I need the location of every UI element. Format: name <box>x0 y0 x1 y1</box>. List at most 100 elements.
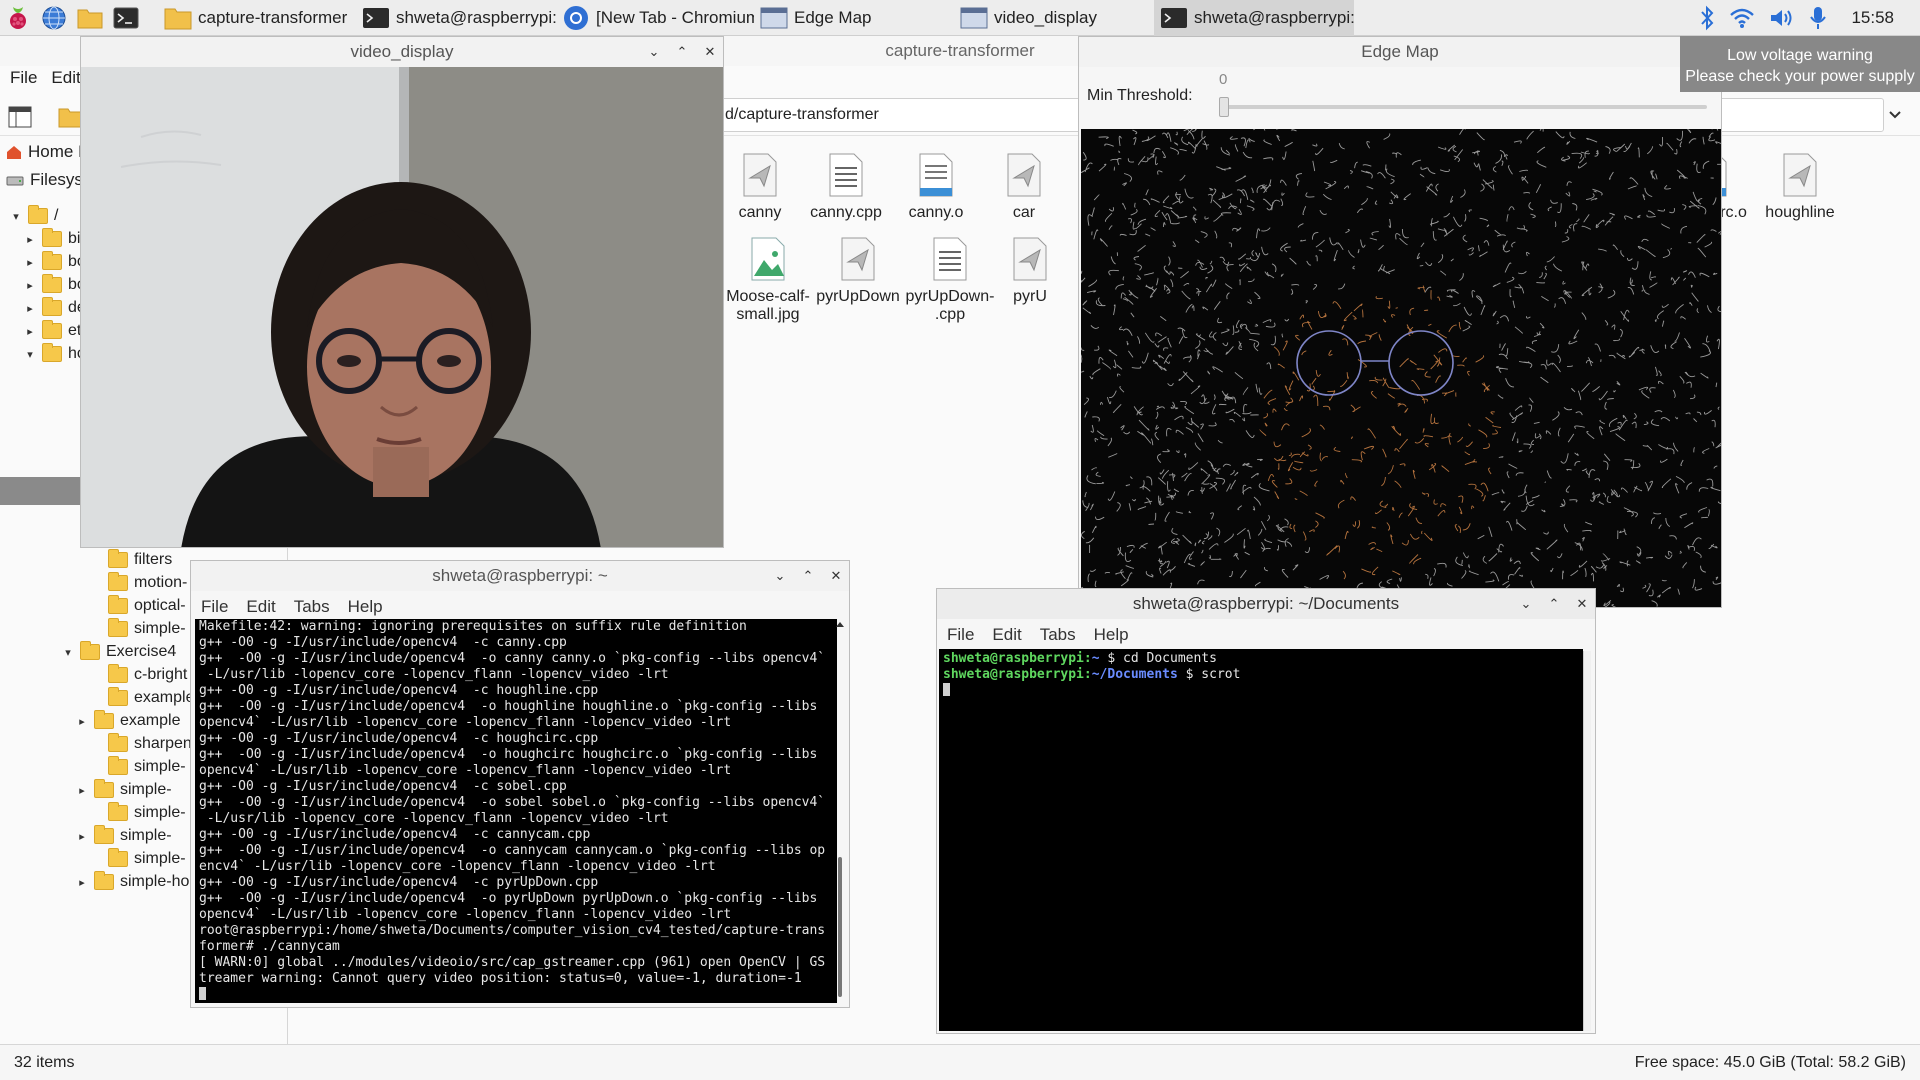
bluetooth-icon[interactable] <box>1699 5 1715 31</box>
edge-map-titlebar[interactable]: Edge Map ⌄ <box>1079 37 1721 67</box>
menu-tabs[interactable]: Tabs <box>1040 625 1076 645</box>
menu-edit[interactable]: Edit <box>51 68 80 88</box>
expander-arrow-icon[interactable]: ▾ <box>60 646 76 659</box>
edge-texture <box>1081 129 1721 607</box>
menu-chevron-icon[interactable]: ⌄ <box>647 44 661 60</box>
wifi-icon[interactable] <box>1729 7 1755 29</box>
file-icon-text[interactable]: pyrUpDown- .cpp <box>904 236 996 324</box>
file-name: car <box>1012 204 1036 221</box>
threshold-slider-handle[interactable] <box>1219 97 1229 117</box>
tree-label: example <box>134 689 195 706</box>
low-voltage-notification[interactable]: Low voltage warning Please check your po… <box>1680 36 1920 92</box>
terminal-scrollbar[interactable] <box>835 621 845 1001</box>
task-label: video_display <box>994 7 1098 27</box>
folder-icon <box>42 274 62 293</box>
window-title: Edge Map <box>1361 42 1439 61</box>
menu-file[interactable]: File <box>201 597 228 617</box>
menu-edit[interactable]: Edit <box>246 597 275 617</box>
terminal-line: opencv4` -L/usr/lib -lopencv_core -lopen… <box>199 763 732 778</box>
close-icon[interactable]: ✕ <box>1575 596 1589 612</box>
file-name: houghline <box>1765 204 1835 221</box>
terminal-line: g++ -O0 -g -I/usr/include/opencv4 -c pyr… <box>199 875 599 890</box>
file-icon-exec[interactable]: car <box>978 152 1070 222</box>
menu-help[interactable]: Help <box>1094 625 1129 645</box>
webcam-image <box>81 67 723 547</box>
video-display-titlebar[interactable]: video_display ⌄ ⌃ ✕ <box>81 37 723 67</box>
terminal-titlebar[interactable]: shweta@raspberrypi: ~/Documents ⌄ ⌃ ✕ <box>937 589 1595 619</box>
taskbar-task-terminal-active[interactable]: shweta@raspberrypi:... <box>1154 0 1354 36</box>
terminal-line: g++ -O0 -g -I/usr/include/opencv4 -o can… <box>199 651 826 666</box>
file-icon-exec[interactable]: pyrU <box>984 236 1076 306</box>
clock[interactable]: 15:58 <box>1851 8 1894 28</box>
expander-arrow-icon[interactable]: ▸ <box>74 876 90 889</box>
microphone-icon[interactable] <box>1809 5 1827 31</box>
menu-help[interactable]: Help <box>348 597 383 617</box>
taskbar-task-terminal[interactable]: shweta@raspberrypi:... <box>356 0 556 36</box>
menu-file[interactable]: File <box>10 68 37 88</box>
terminal-line: g++ -O0 -g -I/usr/include/opencv4 -c sob… <box>199 779 567 794</box>
taskbar-task-chromium[interactable]: [New Tab - Chromium] <box>556 0 754 36</box>
expander-arrow-icon[interactable]: ▾ <box>22 348 38 361</box>
file-icon-image[interactable]: Moose-calf- small.jpg <box>722 236 814 324</box>
raspberry-menu-button[interactable] <box>0 0 36 36</box>
threshold-slider-track[interactable] <box>1219 105 1707 109</box>
image-file-icon <box>751 237 785 281</box>
expander-arrow-icon[interactable]: ▸ <box>22 256 38 269</box>
menu-chevron-icon[interactable]: ⌄ <box>773 568 787 584</box>
menu-chevron-icon[interactable]: ⌄ <box>1519 596 1533 612</box>
folder-icon <box>164 8 192 29</box>
file-icon-exec[interactable]: canny <box>714 152 806 222</box>
menu-file[interactable]: File <box>947 625 974 645</box>
edge-map-image <box>1081 129 1721 607</box>
expander-arrow-icon[interactable]: ▸ <box>74 715 90 728</box>
terminal-output[interactable]: shweta@raspberrypi:~ $ cd Documents shwet… <box>939 649 1583 1031</box>
expander-arrow-icon[interactable]: ▸ <box>74 830 90 843</box>
file-icon-exec[interactable]: houghline <box>1754 152 1846 222</box>
terminal-line: g++ -O0 -g -I/usr/include/opencv4 -c can… <box>199 635 567 650</box>
terminal-titlebar[interactable]: shweta@raspberrypi: ~ ⌄ ⌃ ✕ <box>191 561 849 591</box>
taskbar-task-file-manager[interactable]: capture-transformer <box>158 0 356 36</box>
chevron-down-icon <box>1889 111 1901 119</box>
taskbar-task-video-display[interactable]: video_display <box>954 0 1154 36</box>
system-tray: 15:58 <box>1699 0 1920 36</box>
file-icon-exec[interactable]: pyrUpDown <box>812 236 904 306</box>
tree-row[interactable]: ▾ ho <box>22 340 86 368</box>
terminal-output[interactable]: Makefile:42: warning: ignoring prerequis… <box>195 619 837 1003</box>
folder-icon <box>108 848 128 867</box>
notification-message: Please check your power supply <box>1685 68 1915 85</box>
expander-arrow-icon[interactable]: ▸ <box>22 279 38 292</box>
menu-edit[interactable]: Edit <box>992 625 1021 645</box>
terminal-line: treamer warning: Cannot query video posi… <box>199 971 802 986</box>
terminal-scrollbar[interactable] <box>1583 651 1591 1031</box>
item-count: 32 items <box>14 1053 75 1071</box>
expander-arrow-icon[interactable]: ▸ <box>22 302 38 315</box>
new-tab-icon[interactable] <box>58 106 82 128</box>
maximize-icon[interactable]: ⌃ <box>1547 596 1561 612</box>
taskbar-task-edge-map[interactable]: Edge Map <box>754 0 954 36</box>
threshold-controls: 0 Min Threshold: <box>1079 67 1721 127</box>
home-icon <box>7 146 21 159</box>
expander-arrow-icon[interactable]: ▸ <box>22 325 38 338</box>
maximize-icon[interactable]: ⌃ <box>801 568 815 584</box>
expander-arrow-icon[interactable]: ▸ <box>74 784 90 797</box>
expander-arrow-icon[interactable]: ▸ <box>22 233 38 246</box>
path-dropdown-button[interactable] <box>1880 98 1910 132</box>
file-manager-launcher[interactable] <box>72 0 108 36</box>
terminal-home-window: shweta@raspberrypi: ~ ⌄ ⌃ ✕ File Edit Ta… <box>190 560 850 1008</box>
terminal-line: root@raspberrypi:/home/shweta/Documents/… <box>199 923 826 938</box>
close-icon[interactable]: ✕ <box>703 44 717 60</box>
expander-arrow-icon[interactable]: ▾ <box>8 210 24 223</box>
new-window-icon[interactable] <box>8 106 32 128</box>
menu-tabs[interactable]: Tabs <box>294 597 330 617</box>
folder-icon <box>108 549 128 568</box>
raspberry-logo-icon <box>10 6 26 29</box>
task-label: capture-transformer <box>198 7 348 27</box>
close-icon[interactable]: ✕ <box>829 568 843 584</box>
file-icon-text[interactable]: canny.cpp <box>800 152 892 222</box>
terminal-line: opencv4` -L/usr/lib -lopencv_core -lopen… <box>199 907 732 922</box>
maximize-icon[interactable]: ⌃ <box>675 44 689 60</box>
volume-icon[interactable] <box>1769 7 1795 29</box>
web-browser-launcher[interactable] <box>36 0 72 36</box>
file-icon-object[interactable]: canny.o <box>890 152 982 222</box>
terminal-launcher[interactable] <box>108 0 144 36</box>
